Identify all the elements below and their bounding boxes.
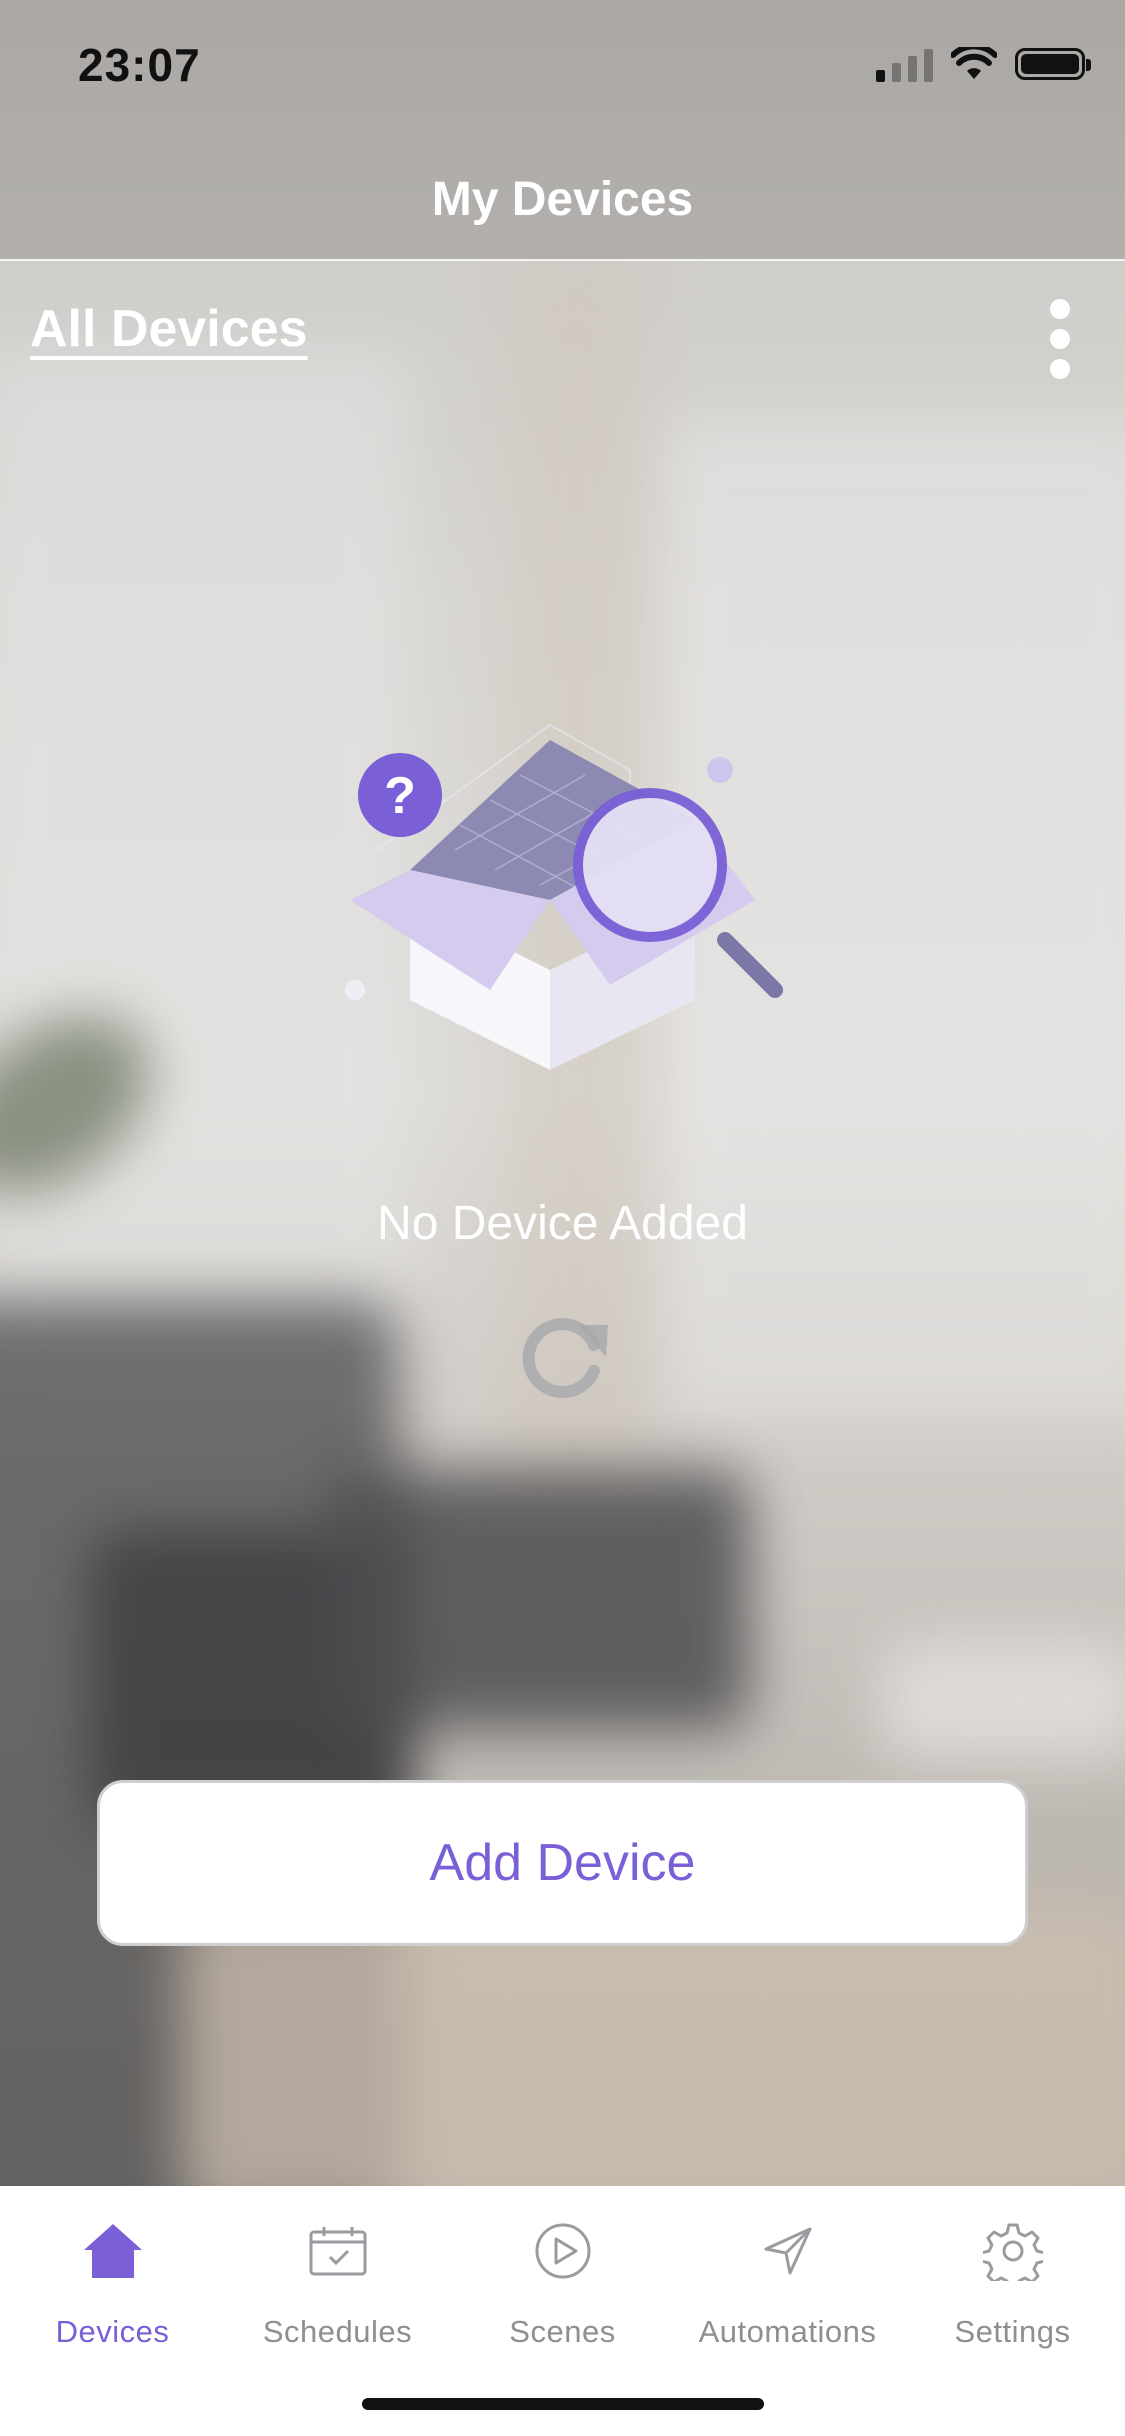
background-sofa xyxy=(330,1470,750,1730)
home-indicator[interactable] xyxy=(362,2398,764,2410)
house-icon xyxy=(78,2216,148,2286)
battery-icon xyxy=(1015,48,1091,80)
play-circle-icon xyxy=(528,2216,598,2286)
add-device-button[interactable]: Add Device xyxy=(97,1780,1028,1946)
cellular-signal-icon xyxy=(876,46,933,82)
all-devices-filter[interactable]: All Devices xyxy=(30,299,308,359)
device-filter-row: All Devices xyxy=(0,259,1125,399)
tab-label-devices: Devices xyxy=(55,2314,170,2349)
tab-label-settings: Settings xyxy=(954,2314,1071,2349)
tab-label-schedules: Schedules xyxy=(262,2314,413,2349)
tab-automations[interactable]: Automations xyxy=(675,2216,900,2350)
status-icons xyxy=(876,46,1091,82)
tab-settings[interactable]: Settings xyxy=(900,2216,1125,2350)
question-mark-icon: ? xyxy=(384,767,416,825)
more-options-icon[interactable] xyxy=(1025,299,1095,379)
page-title: My Devices xyxy=(431,173,694,226)
background-table xyxy=(880,1640,1125,1760)
wifi-icon xyxy=(951,47,997,79)
gear-icon xyxy=(978,2216,1048,2286)
refresh-icon[interactable] xyxy=(512,1305,616,1409)
tab-devices[interactable]: Devices xyxy=(0,2216,225,2350)
tab-label-automations: Automations xyxy=(698,2314,877,2349)
tab-scenes[interactable]: Scenes xyxy=(450,2216,675,2350)
calendar-check-icon xyxy=(303,2216,373,2286)
paper-plane-icon xyxy=(753,2216,823,2286)
status-time: 23:07 xyxy=(78,39,201,91)
empty-state-message: No Device Added xyxy=(377,1197,748,1250)
tab-label-scenes: Scenes xyxy=(509,2314,616,2349)
empty-box-illustration: ? xyxy=(345,723,783,1070)
status-bar: 23:07 xyxy=(0,0,1125,132)
tab-schedules[interactable]: Schedules xyxy=(225,2216,450,2350)
background-rug xyxy=(180,1900,1125,2220)
